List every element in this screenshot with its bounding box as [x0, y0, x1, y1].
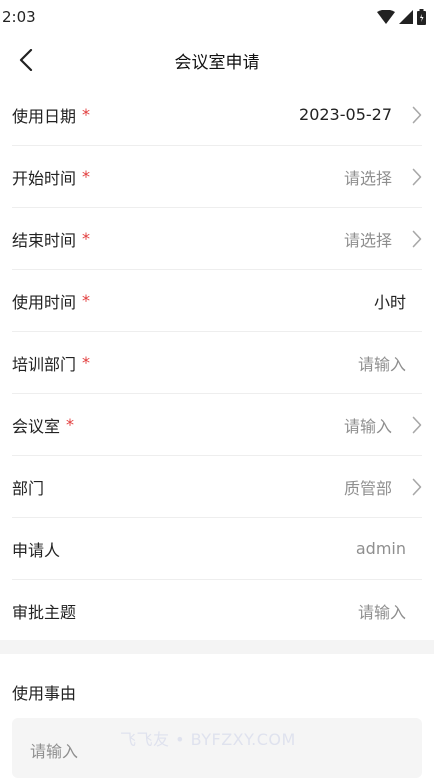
- field-label-text: 培训部门: [12, 354, 77, 374]
- chevron-right-icon: [400, 104, 422, 126]
- form-row-department[interactable]: 部门 质管部: [12, 456, 422, 518]
- section-divider: [0, 640, 434, 654]
- field-label: 使用时间 *: [12, 289, 90, 313]
- required-asterisk: *: [66, 415, 75, 434]
- field-value[interactable]: admin: [356, 538, 422, 560]
- field-label: 会议室 *: [12, 413, 74, 437]
- status-time: 2:03: [2, 8, 36, 26]
- chevron-right-icon: [400, 228, 422, 250]
- field-value-text: admin: [355, 539, 406, 558]
- form-row-meeting-room[interactable]: 会议室 * 请输入: [12, 394, 422, 456]
- required-asterisk: *: [82, 229, 91, 248]
- field-value-text: 请输入: [357, 603, 406, 622]
- field-value[interactable]: 小时: [374, 289, 422, 313]
- field-value[interactable]: 请选择: [344, 165, 422, 189]
- field-value[interactable]: 2023-05-27: [299, 104, 422, 126]
- form-row-use-date[interactable]: 使用日期 * 2023-05-27: [12, 84, 422, 146]
- field-label: 审批主题: [12, 599, 76, 623]
- field-label-text: 使用时间: [12, 292, 77, 312]
- chevron-right-icon: [400, 166, 422, 188]
- signal-icon: [399, 10, 413, 24]
- field-label: 培训部门 *: [12, 351, 90, 375]
- field-value[interactable]: 请选择: [344, 227, 422, 251]
- field-value-text: 2023-05-27: [299, 105, 392, 124]
- field-label-text: 开始时间: [12, 168, 77, 188]
- field-value[interactable]: 请输入: [358, 599, 422, 623]
- field-label-text: 使用日期: [12, 106, 77, 126]
- field-value-text: 请输入: [357, 354, 406, 374]
- field-value-text: 请输入: [343, 416, 392, 436]
- field-label-text: 申请人: [12, 540, 61, 560]
- status-bar: 2:03: [0, 0, 434, 34]
- chevron-right-icon: [400, 414, 422, 436]
- wifi-icon: [377, 10, 395, 24]
- reason-placeholder: 请输入: [30, 742, 79, 761]
- application-form: 使用日期 * 2023-05-27 开始时间 * 请选择 结束时间 * 请选择 使用时间 * 小时 培训…: [0, 84, 434, 642]
- row-spacer: [414, 290, 422, 312]
- required-asterisk: *: [82, 105, 91, 124]
- reason-title: 使用事由: [12, 684, 77, 703]
- form-row-training-dept[interactable]: 培训部门 * 请输入: [12, 332, 422, 394]
- form-row-approval-subject[interactable]: 审批主题 请输入: [12, 580, 422, 642]
- page-title: 会议室申请: [174, 52, 260, 73]
- field-value[interactable]: 请输入: [358, 351, 422, 375]
- field-label-text: 会议室: [12, 416, 61, 436]
- field-label: 使用日期 *: [12, 103, 90, 127]
- chevron-left-icon: [19, 49, 33, 71]
- form-row-use-duration[interactable]: 使用时间 * 小时: [12, 270, 422, 332]
- battery-icon: [417, 9, 426, 25]
- form-row-applicant[interactable]: 申请人 admin: [12, 518, 422, 580]
- status-icons: [377, 9, 426, 25]
- row-spacer: [414, 352, 422, 374]
- form-row-start-time[interactable]: 开始时间 * 请选择: [12, 146, 422, 208]
- field-value[interactable]: 质管部: [344, 475, 422, 499]
- field-label-text: 部门: [12, 478, 45, 498]
- field-label: 结束时间 *: [12, 227, 90, 251]
- back-button[interactable]: [8, 42, 44, 78]
- field-label-text: 结束时间: [12, 230, 77, 250]
- required-asterisk: *: [82, 291, 91, 310]
- required-asterisk: *: [82, 167, 91, 186]
- field-label: 申请人: [12, 537, 60, 561]
- field-value-text: 请选择: [343, 168, 392, 188]
- nav-bar: 会议室申请: [0, 36, 434, 84]
- required-asterisk: *: [82, 353, 91, 372]
- row-spacer: [414, 600, 422, 622]
- field-value-text: 小时: [373, 292, 406, 312]
- field-label: 部门: [12, 475, 44, 499]
- field-value-text: 质管部: [343, 478, 392, 498]
- chevron-right-icon: [400, 476, 422, 498]
- field-value-text: 请选择: [343, 230, 392, 250]
- field-value[interactable]: 请输入: [344, 413, 422, 437]
- field-label-text: 审批主题: [12, 603, 77, 622]
- watermark: 飞飞友 • BYFZXY.COM: [120, 730, 296, 749]
- form-row-end-time[interactable]: 结束时间 * 请选择: [12, 208, 422, 270]
- field-label: 开始时间 *: [12, 165, 90, 189]
- row-spacer: [414, 538, 422, 560]
